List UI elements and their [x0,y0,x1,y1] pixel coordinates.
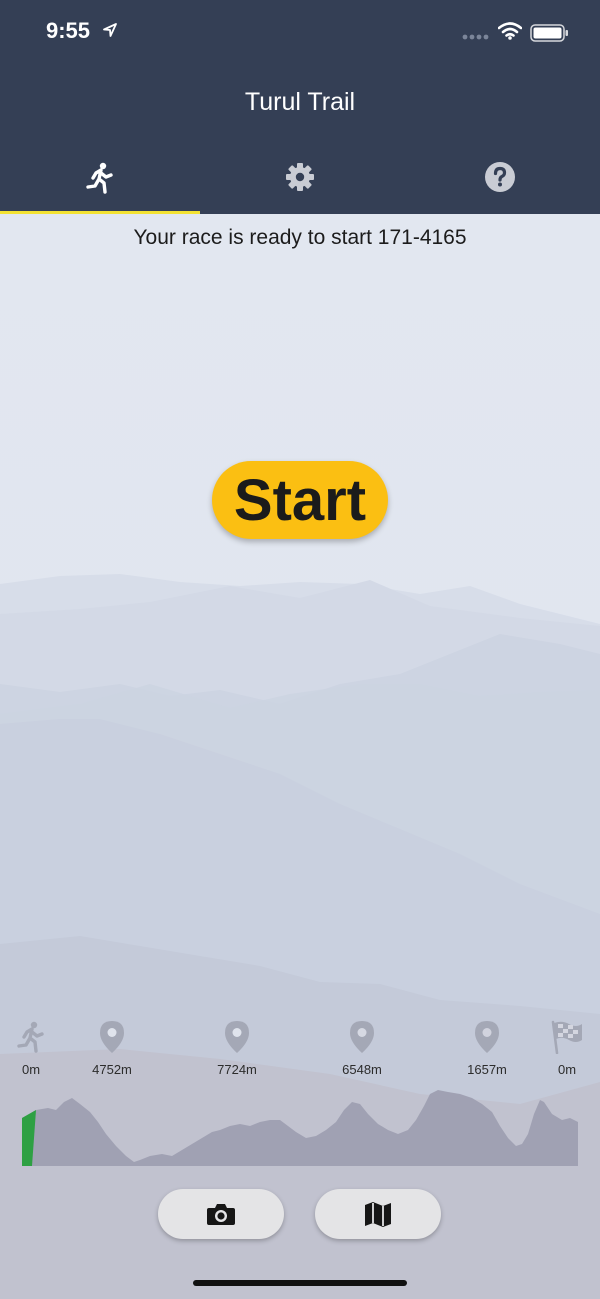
start-button[interactable]: Start [212,461,388,539]
gear-icon [286,163,314,191]
runner-icon [17,1021,44,1053]
checkered-flag-icon [551,1020,582,1054]
tab-help[interactable] [400,146,600,214]
home-indicator [193,1280,407,1286]
pin-icon [475,1021,499,1053]
pin-icon [225,1021,249,1053]
marker-label: 6548m [342,1062,382,1077]
race-status-text: Your race is ready to start 171-4165 [133,226,467,249]
route-marker-checkpoint: 6548m [322,1020,402,1077]
runner-icon [86,162,113,194]
cellular-signal-icon [462,34,489,40]
status-time: 9:55 [46,18,91,43]
help-icon [485,162,515,192]
map-icon [365,1202,391,1227]
tab-settings[interactable] [200,146,400,214]
pin-icon [350,1021,374,1053]
route-marker-finish: 0m [527,1020,600,1077]
route-marker-checkpoint: 4752m [72,1020,152,1077]
camera-icon [207,1204,235,1225]
map-button[interactable] [315,1189,441,1239]
tab-race[interactable] [0,146,200,214]
active-tab-indicator [0,211,200,214]
app-title: Turul Trail [244,88,356,116]
location-arrow-icon [103,23,117,37]
marker-label: 0m [21,1062,41,1077]
wifi-icon [498,22,522,40]
route-marker-checkpoint: 1657m [447,1020,527,1077]
marker-label: 7724m [217,1062,257,1077]
marker-label: 4752m [92,1062,132,1077]
app-header: 9:55 Turul Trail [0,0,600,214]
route-marker-checkpoint: 7724m [197,1020,277,1077]
battery-icon [530,24,568,42]
status-bar: 9:55 [0,0,600,66]
elevation-profile [22,1090,578,1166]
marker-label: 1657m [467,1062,507,1077]
pin-icon [100,1021,124,1053]
marker-label: 0m [557,1062,577,1077]
route-marker-start: 0m [0,1020,71,1077]
camera-button[interactable] [158,1189,284,1239]
